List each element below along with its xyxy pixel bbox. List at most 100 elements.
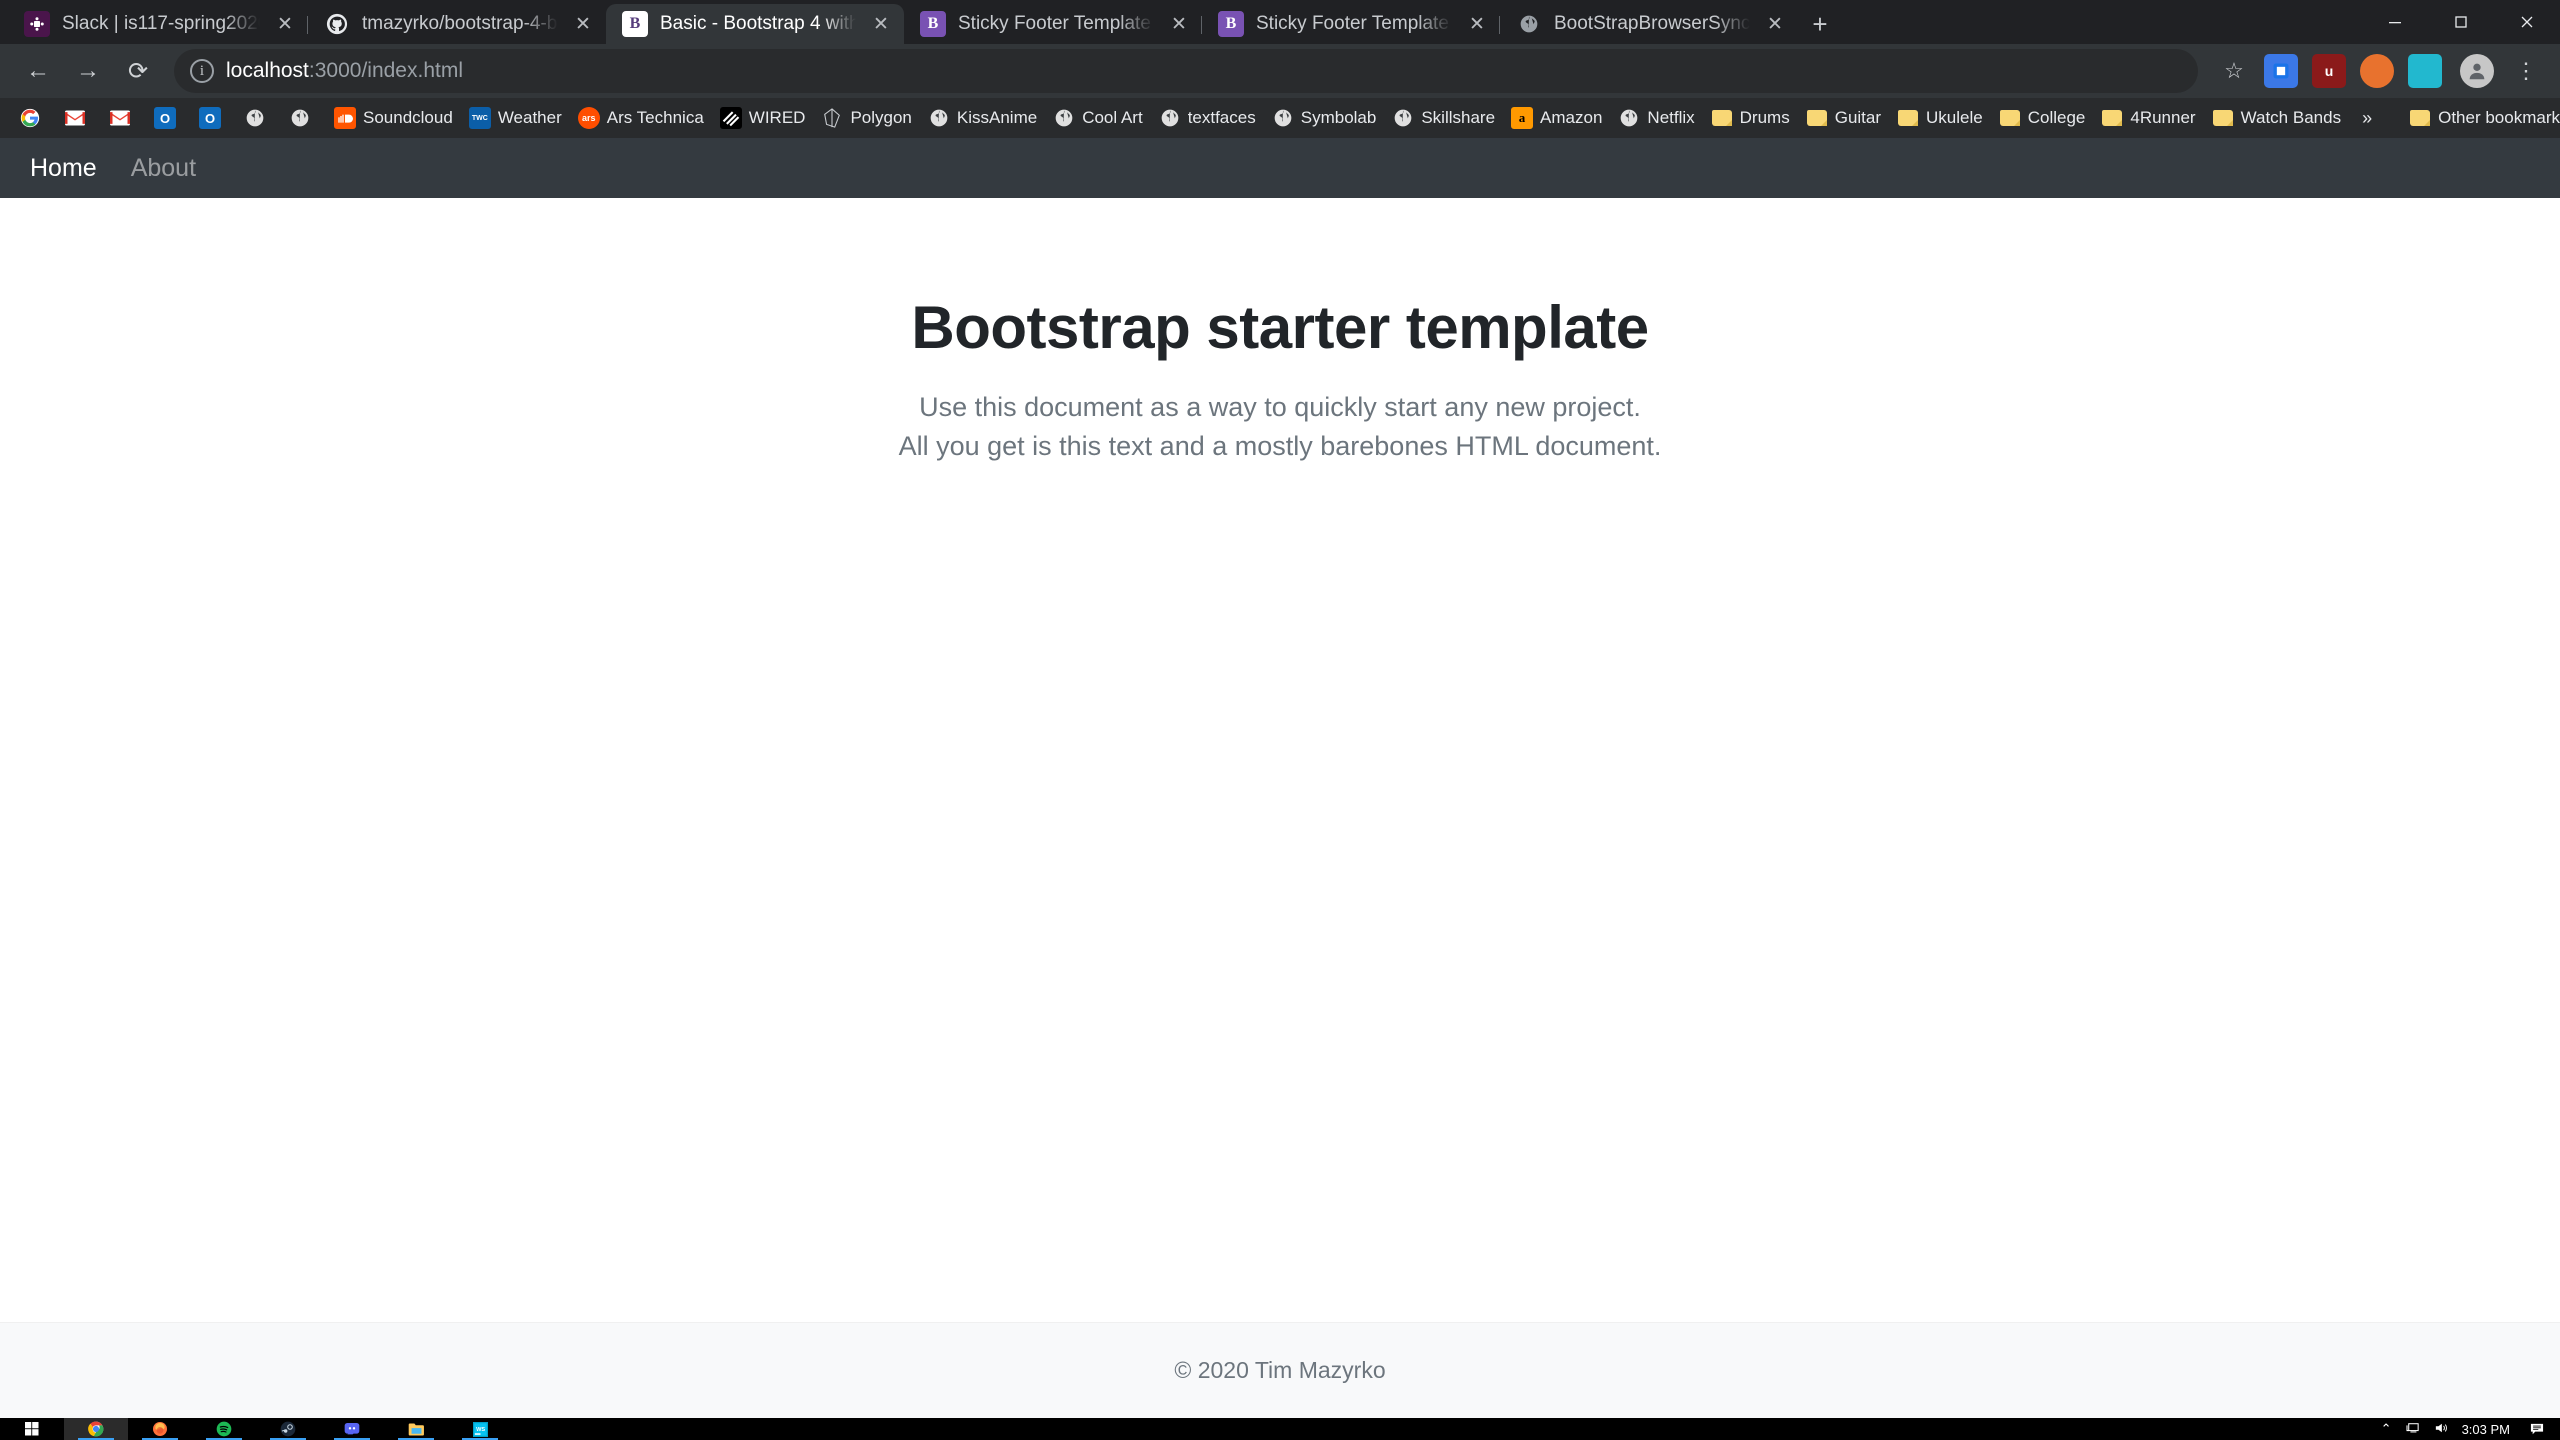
bookmark-textfaces[interactable]: textfaces: [1152, 103, 1263, 133]
bookmark-google[interactable]: [12, 103, 55, 133]
bootstrap-icon: B: [622, 11, 648, 37]
site-info-icon[interactable]: i: [190, 59, 214, 83]
browser-tab-github[interactable]: tmazyrko/bootstrap-4-boilerplate ✕: [308, 4, 606, 44]
bookmark-outlook-calendar[interactable]: O: [192, 103, 235, 133]
footer-copyright: © 2020 Tim Mazyrko: [1174, 1357, 1385, 1384]
network-icon[interactable]: [2406, 1422, 2420, 1437]
bookmark-folder-watch-bands[interactable]: Watch Bands: [2205, 103, 2348, 133]
spotify-taskbar-icon[interactable]: [192, 1418, 256, 1440]
maximize-button[interactable]: [2428, 0, 2494, 44]
bookmark-folder-college[interactable]: College: [1992, 103, 2093, 133]
bookmark-wired[interactable]: WIRED: [713, 103, 813, 133]
reload-button[interactable]: ⟳: [116, 49, 160, 93]
page-title: Bootstrap starter template: [911, 293, 1648, 362]
webstorm-taskbar-icon[interactable]: WS: [448, 1418, 512, 1440]
close-icon[interactable]: ✕: [1762, 11, 1788, 37]
bookmark-symbolab[interactable]: Symbolab: [1265, 103, 1384, 133]
extension-blue-icon[interactable]: [2264, 54, 2298, 88]
bookmark-amazon[interactable]: a Amazon: [1504, 103, 1609, 133]
steam-taskbar-icon[interactable]: [256, 1418, 320, 1440]
bookmark-folder-drums[interactable]: Drums: [1704, 103, 1797, 133]
page-viewport: Home About Bootstrap starter template Us…: [0, 138, 2560, 1418]
profile-avatar[interactable]: [2460, 54, 2494, 88]
address-bar[interactable]: i localhost:3000/index.html: [174, 49, 2198, 93]
window-controls: [2362, 0, 2560, 44]
tab-title: Basic - Bootstrap 4 with Gulp 4: [660, 13, 856, 35]
bootstrap-purple-icon: B: [920, 11, 946, 37]
slack-icon: [24, 11, 50, 37]
volume-icon[interactable]: [2434, 1422, 2448, 1437]
bookmark-label: Symbolab: [1301, 108, 1377, 128]
wired-icon: [720, 107, 742, 129]
globe-icon: [289, 107, 311, 129]
close-icon[interactable]: ✕: [1166, 11, 1192, 37]
bookmark-netflix[interactable]: Netflix: [1611, 103, 1701, 133]
globe-icon: [1516, 11, 1542, 37]
new-tab-button[interactable]: +: [1798, 4, 1842, 44]
close-button[interactable]: [2494, 0, 2560, 44]
bookmark-outlook-mail[interactable]: O: [147, 103, 190, 133]
bookmark-label: Drums: [1740, 108, 1790, 128]
file-explorer-taskbar-icon[interactable]: [384, 1418, 448, 1440]
tab-title: Slack | is117-spring2020 | njit-wis: [62, 13, 260, 35]
close-icon[interactable]: ✕: [1464, 11, 1490, 37]
polygon-icon: [821, 107, 843, 129]
chrome-taskbar-icon[interactable]: [64, 1418, 128, 1440]
folder-icon: [2212, 107, 2234, 129]
bookmark-star-icon[interactable]: ☆: [2214, 51, 2254, 91]
bookmark-folder-4runner[interactable]: 4Runner: [2094, 103, 2202, 133]
tray-overflow-icon[interactable]: ⌃: [2381, 1421, 2392, 1437]
close-icon[interactable]: ✕: [868, 11, 894, 37]
bookmark-weather[interactable]: TWC Weather: [462, 103, 569, 133]
bookmark-skillshare[interactable]: Skillshare: [1385, 103, 1502, 133]
globe-icon: [1272, 107, 1294, 129]
extension-ublock-icon[interactable]: u: [2312, 54, 2346, 88]
globe-icon: [1159, 107, 1181, 129]
bookmark-polygon[interactable]: Polygon: [814, 103, 918, 133]
browser-tab-bootstrap-active[interactable]: B Basic - Bootstrap 4 with Gulp 4 ✕: [606, 4, 904, 44]
bookmark-kissanime[interactable]: KissAnime: [921, 103, 1044, 133]
ars-technica-icon: ars: [578, 107, 600, 129]
folder-icon: [2409, 107, 2431, 129]
tab-separator: [1499, 16, 1500, 34]
bookmark-globe-1[interactable]: [237, 103, 280, 133]
bookmark-label: KissAnime: [957, 108, 1037, 128]
close-icon[interactable]: ✕: [272, 11, 298, 37]
firefox-taskbar-icon[interactable]: [128, 1418, 192, 1440]
bookmark-label: Cool Art: [1082, 108, 1142, 128]
nav-link-about[interactable]: About: [131, 154, 196, 183]
nav-link-home[interactable]: Home: [30, 154, 97, 183]
browser-toolbar: ← → ⟳ i localhost:3000/index.html ☆ u ⋮: [0, 44, 2560, 98]
tab-title: BootStrapBrowserSyncGulp-Home: [1554, 13, 1750, 35]
bookmarks-overflow-button[interactable]: »: [2352, 108, 2382, 129]
back-button[interactable]: ←: [16, 49, 60, 93]
discord-taskbar-icon[interactable]: [320, 1418, 384, 1440]
bookmark-gmail-2[interactable]: [102, 103, 145, 133]
minimize-button[interactable]: [2362, 0, 2428, 44]
browser-tab-sticky-footer-for-bootstrap[interactable]: B Sticky Footer Template for Bootstrap ✕: [1202, 4, 1500, 44]
clock[interactable]: 3:03 PM: [2462, 1422, 2510, 1437]
action-center-icon[interactable]: [2524, 1423, 2550, 1436]
bookmark-label: textfaces: [1188, 108, 1256, 128]
tab-separator: [1201, 16, 1202, 34]
bookmark-soundcloud[interactable]: Soundcloud: [327, 103, 460, 133]
windows-taskbar: WS ⌃ 3:03 PM: [0, 1418, 2560, 1440]
close-icon[interactable]: ✕: [570, 11, 596, 37]
tab-title: Sticky Footer Template · Bootstrap: [958, 13, 1154, 35]
bookmark-folder-guitar[interactable]: Guitar: [1799, 103, 1888, 133]
browser-tab-browsersync[interactable]: BootStrapBrowserSyncGulp-Home ✕: [1500, 4, 1798, 44]
bookmark-globe-2[interactable]: [282, 103, 325, 133]
bookmark-ars-technica[interactable]: ars Ars Technica: [571, 103, 711, 133]
windows-start-icon[interactable]: [0, 1418, 64, 1440]
forward-button[interactable]: →: [66, 49, 110, 93]
google-icon: [19, 107, 41, 129]
extension-orange-icon[interactable]: [2360, 54, 2394, 88]
bookmark-gmail-1[interactable]: [57, 103, 100, 133]
extension-teal-icon[interactable]: [2408, 54, 2442, 88]
browser-tab-slack[interactable]: Slack | is117-spring2020 | njit-wis ✕: [8, 4, 308, 44]
bookmark-folder-ukulele[interactable]: Ukulele: [1890, 103, 1990, 133]
browser-tab-sticky-footer-template[interactable]: B Sticky Footer Template · Bootstrap ✕: [904, 4, 1202, 44]
other-bookmarks-button[interactable]: Other bookmarks: [2402, 103, 2560, 133]
bookmark-cool-art[interactable]: Cool Art: [1046, 103, 1149, 133]
browser-menu-button[interactable]: ⋮: [2508, 58, 2544, 84]
